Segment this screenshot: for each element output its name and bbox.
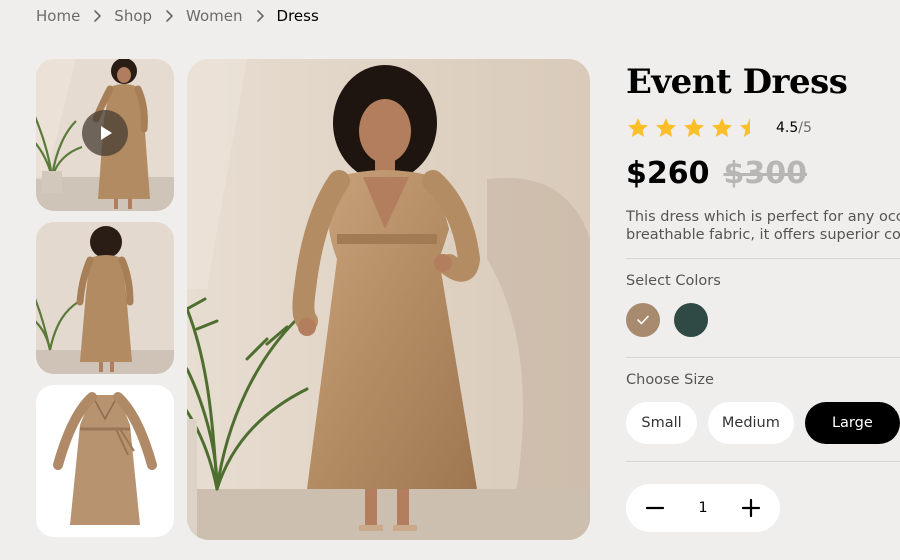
rating-value: 4.5 [776,120,799,136]
star-full-icon [628,118,648,137]
quantity-value: 1 [698,500,708,516]
choose-size-label: Choose Size [626,372,714,388]
play-icon [101,126,112,140]
divider [626,357,900,358]
increase-quantity-button[interactable] [740,497,762,519]
thumbnail-back-view[interactable] [36,222,174,374]
color-swatch-green[interactable] [674,303,708,337]
thumbnail-video[interactable] [36,59,174,211]
main-product-image[interactable] [187,59,590,540]
price-current: $260 [626,156,710,191]
model-photo-main [187,59,590,540]
thumbnail-flat-lay[interactable] [36,385,174,537]
color-swatch-tan[interactable] [626,303,660,337]
rating-text: 4.5/5 [776,120,812,136]
product-rating: 4.5/5 [626,116,900,140]
star-full-icon [712,118,732,137]
price-original: $300 [723,156,808,191]
rating-stars [626,116,762,140]
description-line-1: This dress which is perfect for any occa… [626,209,900,225]
model-photo-back [36,222,174,374]
chevron-right-icon [94,10,102,22]
thumbnail-gallery [36,59,174,548]
chevron-right-icon [166,10,173,22]
decrease-quantity-button[interactable] [644,497,666,519]
select-colors-label: Select Colors [626,273,721,289]
breadcrumb-home[interactable]: Home [36,7,80,25]
product-details: Event Dress 4.5/5 $260 $300 This dress w… [626,60,900,532]
divider [626,461,900,462]
size-medium-button[interactable]: Medium [708,402,794,444]
product-price: $260 $300 [626,156,900,198]
quantity-stepper: 1 [626,484,780,532]
plus-icon [741,498,761,518]
minus-icon [645,506,665,510]
product-description: This dress which is perfect for any occa… [626,208,900,244]
star-half-icon [740,118,750,137]
breadcrumb-dress: Dress [276,7,319,25]
checkmark-icon [637,315,649,325]
dress-photo-flat [36,385,174,537]
divider [626,258,900,259]
product-title: Event Dress [626,62,848,102]
breadcrumb-shop[interactable]: Shop [114,7,152,25]
breadcrumb-women[interactable]: Women [186,7,242,25]
description-line-2: breathable fabric, it offers superior co… [626,227,900,243]
size-small-button[interactable]: Small [626,402,698,444]
size-large-button[interactable]: Large [804,402,900,444]
rating-max: /5 [798,120,812,136]
star-full-icon [684,118,704,137]
star-full-icon [656,118,676,137]
breadcrumb: Home Shop Women Dress [36,6,319,26]
color-options [626,303,900,337]
chevron-right-icon [256,10,264,22]
play-button[interactable] [82,110,128,156]
size-options: Small Medium Large [626,402,900,444]
